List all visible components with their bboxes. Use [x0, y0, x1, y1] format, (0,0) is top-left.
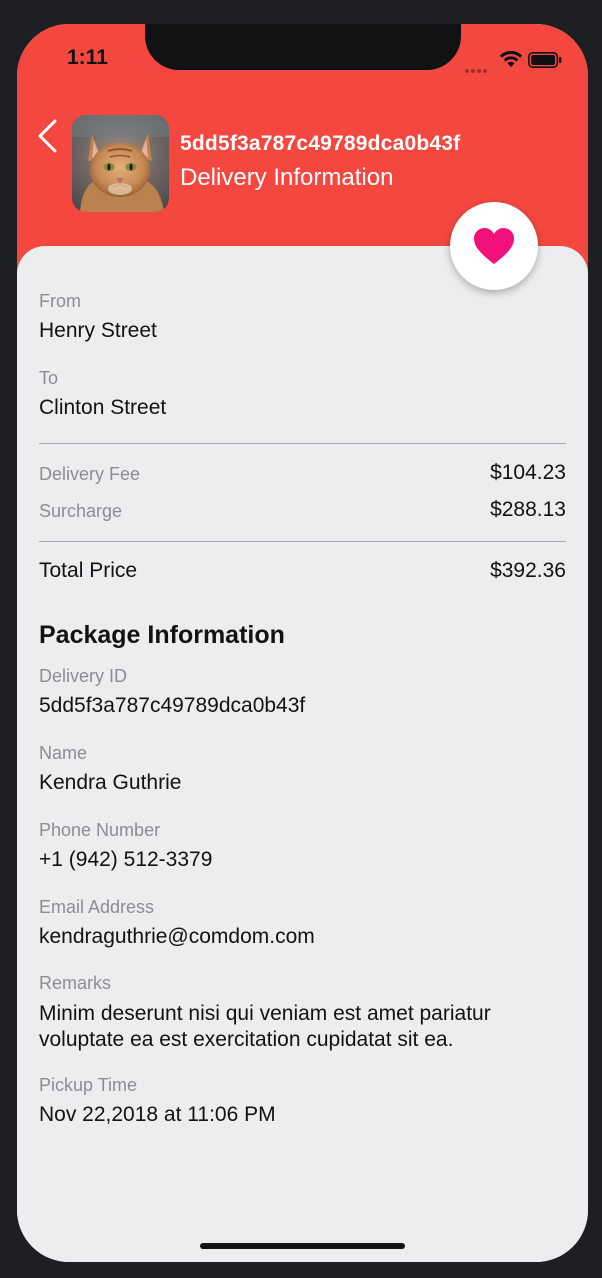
phone-value: +1 (942) 512-3379 [39, 848, 213, 871]
name-value: Kendra Guthrie [39, 771, 182, 794]
from-value: Henry Street [39, 319, 157, 342]
name-label: Name [39, 743, 88, 763]
email-label: Email Address [39, 897, 155, 917]
from-label: From [39, 291, 81, 311]
email-value: kendraguthrie@comdom.com [39, 925, 315, 948]
status-time: 1:11 [67, 46, 108, 69]
delivery-fee-label: Delivery Fee [39, 464, 141, 484]
header-delivery-id: 5dd5f3a787c49789dca0b43f [180, 132, 461, 155]
cat-avatar [72, 115, 169, 212]
cellular-signal-icon [465, 60, 493, 73]
notch [145, 24, 461, 70]
delivery-id-value: 5dd5f3a787c49789dca0b43f [39, 694, 306, 717]
to-value: Clinton Street [39, 396, 167, 419]
back-chevron-icon[interactable] [35, 118, 59, 154]
divider-pricing [39, 541, 566, 542]
pickup-time-label: Pickup Time [39, 1075, 138, 1095]
details-card: From Henry Street To Clinton Street Deli… [17, 246, 588, 1262]
total-price-label: Total Price [39, 559, 138, 582]
total-price-value: $392.36 [490, 559, 566, 582]
favorite-button[interactable] [450, 202, 538, 290]
battery-icon [528, 52, 562, 68]
remarks-label: Remarks [39, 973, 112, 993]
home-indicator[interactable] [200, 1243, 405, 1249]
divider-route [39, 443, 566, 444]
to-label: To [39, 368, 59, 388]
phone-screen: 1:11 5dd5f3a787c49789dca0b43f Delivery I… [17, 24, 588, 1262]
package-section-title: Package Information [39, 621, 285, 649]
phone-label: Phone Number [39, 820, 161, 840]
delivery-id-label: Delivery ID [39, 666, 128, 686]
header-subtitle: Delivery Information [180, 164, 394, 191]
pickup-time-value: Nov 22,2018 at 11:06 PM [39, 1103, 276, 1126]
device-frame: 1:11 5dd5f3a787c49789dca0b43f Delivery I… [0, 0, 602, 1278]
remarks-value: Minim deserunt nisi qui veniam est amet … [39, 1002, 491, 1051]
surcharge-value: $288.13 [490, 498, 566, 521]
heart-icon [474, 228, 514, 264]
surcharge-label: Surcharge [39, 501, 123, 521]
wifi-icon [499, 50, 523, 68]
delivery-fee-value: $104.23 [490, 461, 566, 484]
